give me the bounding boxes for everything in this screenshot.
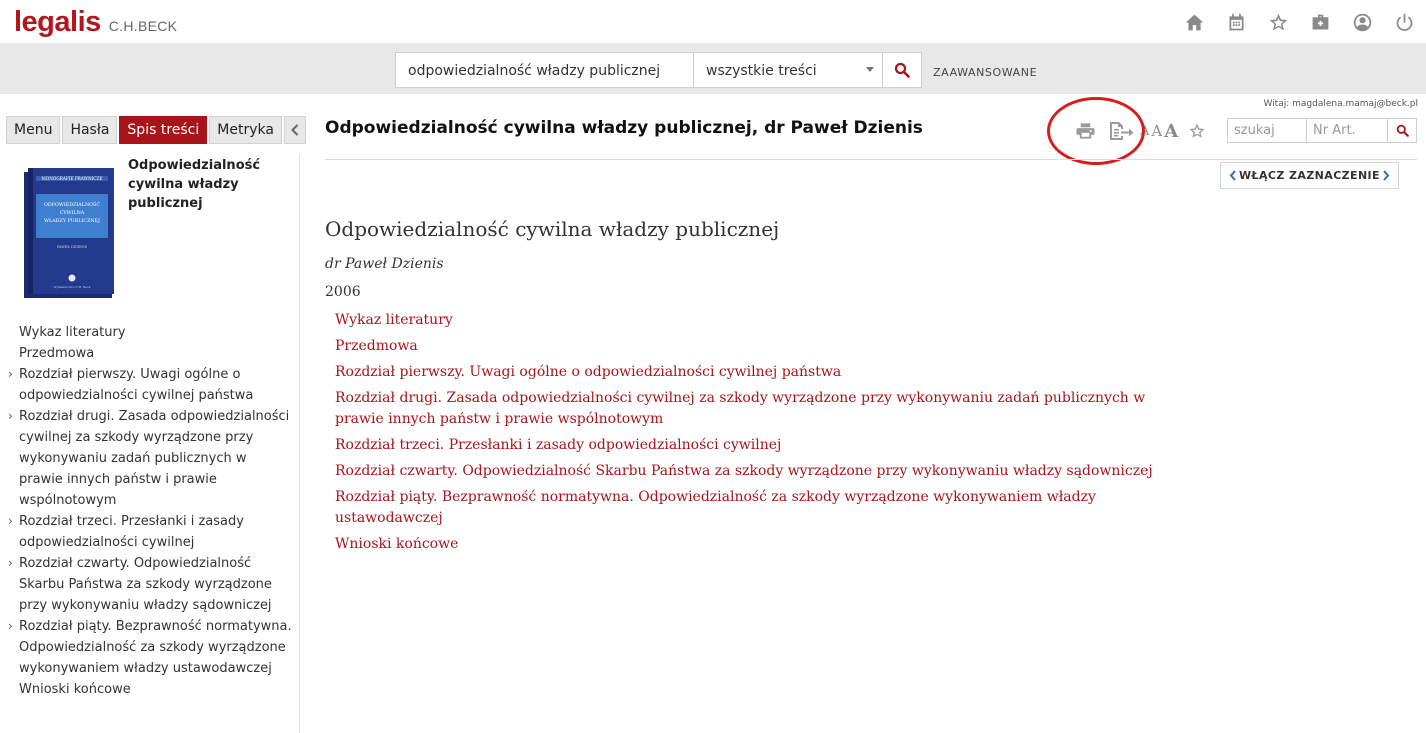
- left-panel-tabs: Menu Hasła Spis treści Metryka: [6, 116, 306, 144]
- annotation-circle: [1047, 97, 1145, 165]
- tab-metryka[interactable]: Metryka: [209, 116, 282, 144]
- book-title: Odpowiedzialność cywilna władzy publiczn…: [128, 158, 261, 211]
- toc-item[interactable]: Wykaz literatury: [8, 322, 294, 343]
- document-search-input[interactable]: szukaj: [1227, 118, 1307, 143]
- chapter-link[interactable]: Rozdział trzeci. Przesłanki i zasady odp…: [335, 435, 1175, 456]
- search-button[interactable]: [882, 52, 922, 88]
- favorite-button[interactable]: [1182, 122, 1212, 140]
- search-icon: [894, 62, 910, 78]
- chapter-link[interactable]: Wykaz literatury: [335, 310, 1175, 331]
- cover-author: PAWEŁ DZIENIS: [57, 245, 88, 249]
- search-scope-select[interactable]: wszystkie treści: [693, 52, 883, 88]
- toc-item[interactable]: Wnioski końcowe: [8, 679, 294, 700]
- highlight-toggle-button[interactable]: WŁĄCZ ZAZNACZENIE: [1220, 162, 1399, 189]
- chevron-right-icon[interactable]: ›: [8, 364, 13, 385]
- toc-item[interactable]: › Rozdział czwarty. Odpowiedzialność Skar…: [8, 553, 294, 616]
- chevron-right-icon: [1383, 170, 1390, 181]
- user-welcome: Witaj: magdalena.mamaj@beck.pl: [1263, 99, 1418, 109]
- font-size-large-button[interactable]: A: [1164, 121, 1178, 142]
- tab-menu[interactable]: Menu: [6, 116, 61, 144]
- book-cover: MONOGRAFIE PRAWNICZE ODPOWIEDZIALNOŚĆ CY…: [24, 168, 114, 298]
- toc-item[interactable]: › Rozdział pierwszy. Uwagi ogólne o odpow…: [8, 364, 294, 406]
- chevron-right-icon[interactable]: ›: [8, 553, 13, 574]
- advanced-search-link[interactable]: ZAAWANSOWANE: [933, 66, 1037, 79]
- tab-spis-tresci[interactable]: Spis treści: [119, 116, 208, 144]
- table-of-contents: Wykaz literatury Przedmowa › Rozdział pie…: [8, 322, 294, 700]
- logo[interactable]: legalis C.H.BECK: [14, 6, 177, 39]
- chevron-left-icon: [291, 124, 299, 136]
- toc-item[interactable]: › Rozdział drugi. Zasada odpowiedzialnośc…: [8, 406, 294, 511]
- chapter-link[interactable]: Wnioski końcowe: [335, 534, 1175, 555]
- top-icons: [1182, 10, 1416, 34]
- cover-series: MONOGRAFIE PRAWNICZE: [42, 176, 103, 181]
- cover-title-line-2: CYWILNA: [60, 210, 85, 216]
- calendar-icon[interactable]: [1224, 10, 1248, 34]
- tab-hasla[interactable]: Hasła: [62, 116, 118, 144]
- article-number-input[interactable]: Nr Art.: [1306, 118, 1388, 143]
- home-icon[interactable]: [1182, 10, 1206, 34]
- star-icon: [1189, 123, 1205, 138]
- chapter-link[interactable]: Rozdział drugi. Zasada odpowiedzialności…: [335, 388, 1175, 430]
- star-icon[interactable]: [1266, 10, 1290, 34]
- chevron-down-icon: [866, 67, 874, 72]
- chevron-right-icon[interactable]: ›: [8, 511, 13, 532]
- logo-name: legalis: [14, 6, 101, 38]
- cover-title-line-3: WŁADZY PUBLICZNEJ: [44, 218, 100, 224]
- document-title: Odpowiedzialność cywilna władzy publiczn…: [325, 118, 923, 138]
- chapter-link[interactable]: Rozdział piąty. Bezprawność normatywna. …: [335, 487, 1175, 529]
- search-scope-value: wszystkie treści: [706, 63, 817, 79]
- chevron-left-icon: [1229, 170, 1236, 181]
- chapter-link[interactable]: Przedmowa: [335, 336, 1175, 357]
- header-divider: [325, 159, 1417, 160]
- font-size-medium-button[interactable]: A: [1151, 122, 1162, 140]
- document-year: 2006: [325, 284, 361, 300]
- toc-item[interactable]: Przedmowa: [8, 343, 294, 364]
- toc-item[interactable]: › Rozdział piąty. Bezprawność normatywna.…: [8, 616, 294, 679]
- highlight-toggle-label: WŁĄCZ ZAZNACZENIE: [1239, 169, 1380, 182]
- chapter-link[interactable]: Rozdział czwarty. Odpowiedzialność Skarb…: [335, 461, 1175, 482]
- power-icon[interactable]: [1392, 10, 1416, 34]
- document-chapter-links: Wykaz literatury Przedmowa Rozdział pier…: [335, 310, 1175, 560]
- top-bar: legalis C.H.BECK: [0, 0, 1426, 44]
- chevron-right-icon[interactable]: ›: [8, 406, 13, 427]
- chevron-right-icon[interactable]: ›: [8, 616, 13, 637]
- document-author: dr Paweł Dzienis: [325, 256, 444, 272]
- toc-item[interactable]: › Rozdział trzeci. Przesłanki i zasady od…: [8, 511, 294, 553]
- search-input[interactable]: odpowiedzialność władzy publicznej: [395, 52, 694, 88]
- chapter-link[interactable]: Rozdział pierwszy. Uwagi ogólne o odpowi…: [335, 362, 1175, 383]
- logo-publisher: C.H.BECK: [108, 18, 178, 34]
- briefcase-icon[interactable]: [1308, 10, 1332, 34]
- collapse-panel-button[interactable]: [283, 116, 306, 144]
- user-icon[interactable]: [1350, 10, 1374, 34]
- cover-publisher: Wydawnictwo C.H. Beck: [53, 285, 90, 289]
- search-band: odpowiedzialność władzy publicznej wszys…: [0, 44, 1426, 94]
- left-panel-divider: [299, 154, 300, 733]
- document-search-button[interactable]: [1387, 118, 1417, 143]
- document-heading: Odpowiedzialność cywilna władzy publiczn…: [325, 217, 780, 241]
- search-icon: [1396, 124, 1409, 137]
